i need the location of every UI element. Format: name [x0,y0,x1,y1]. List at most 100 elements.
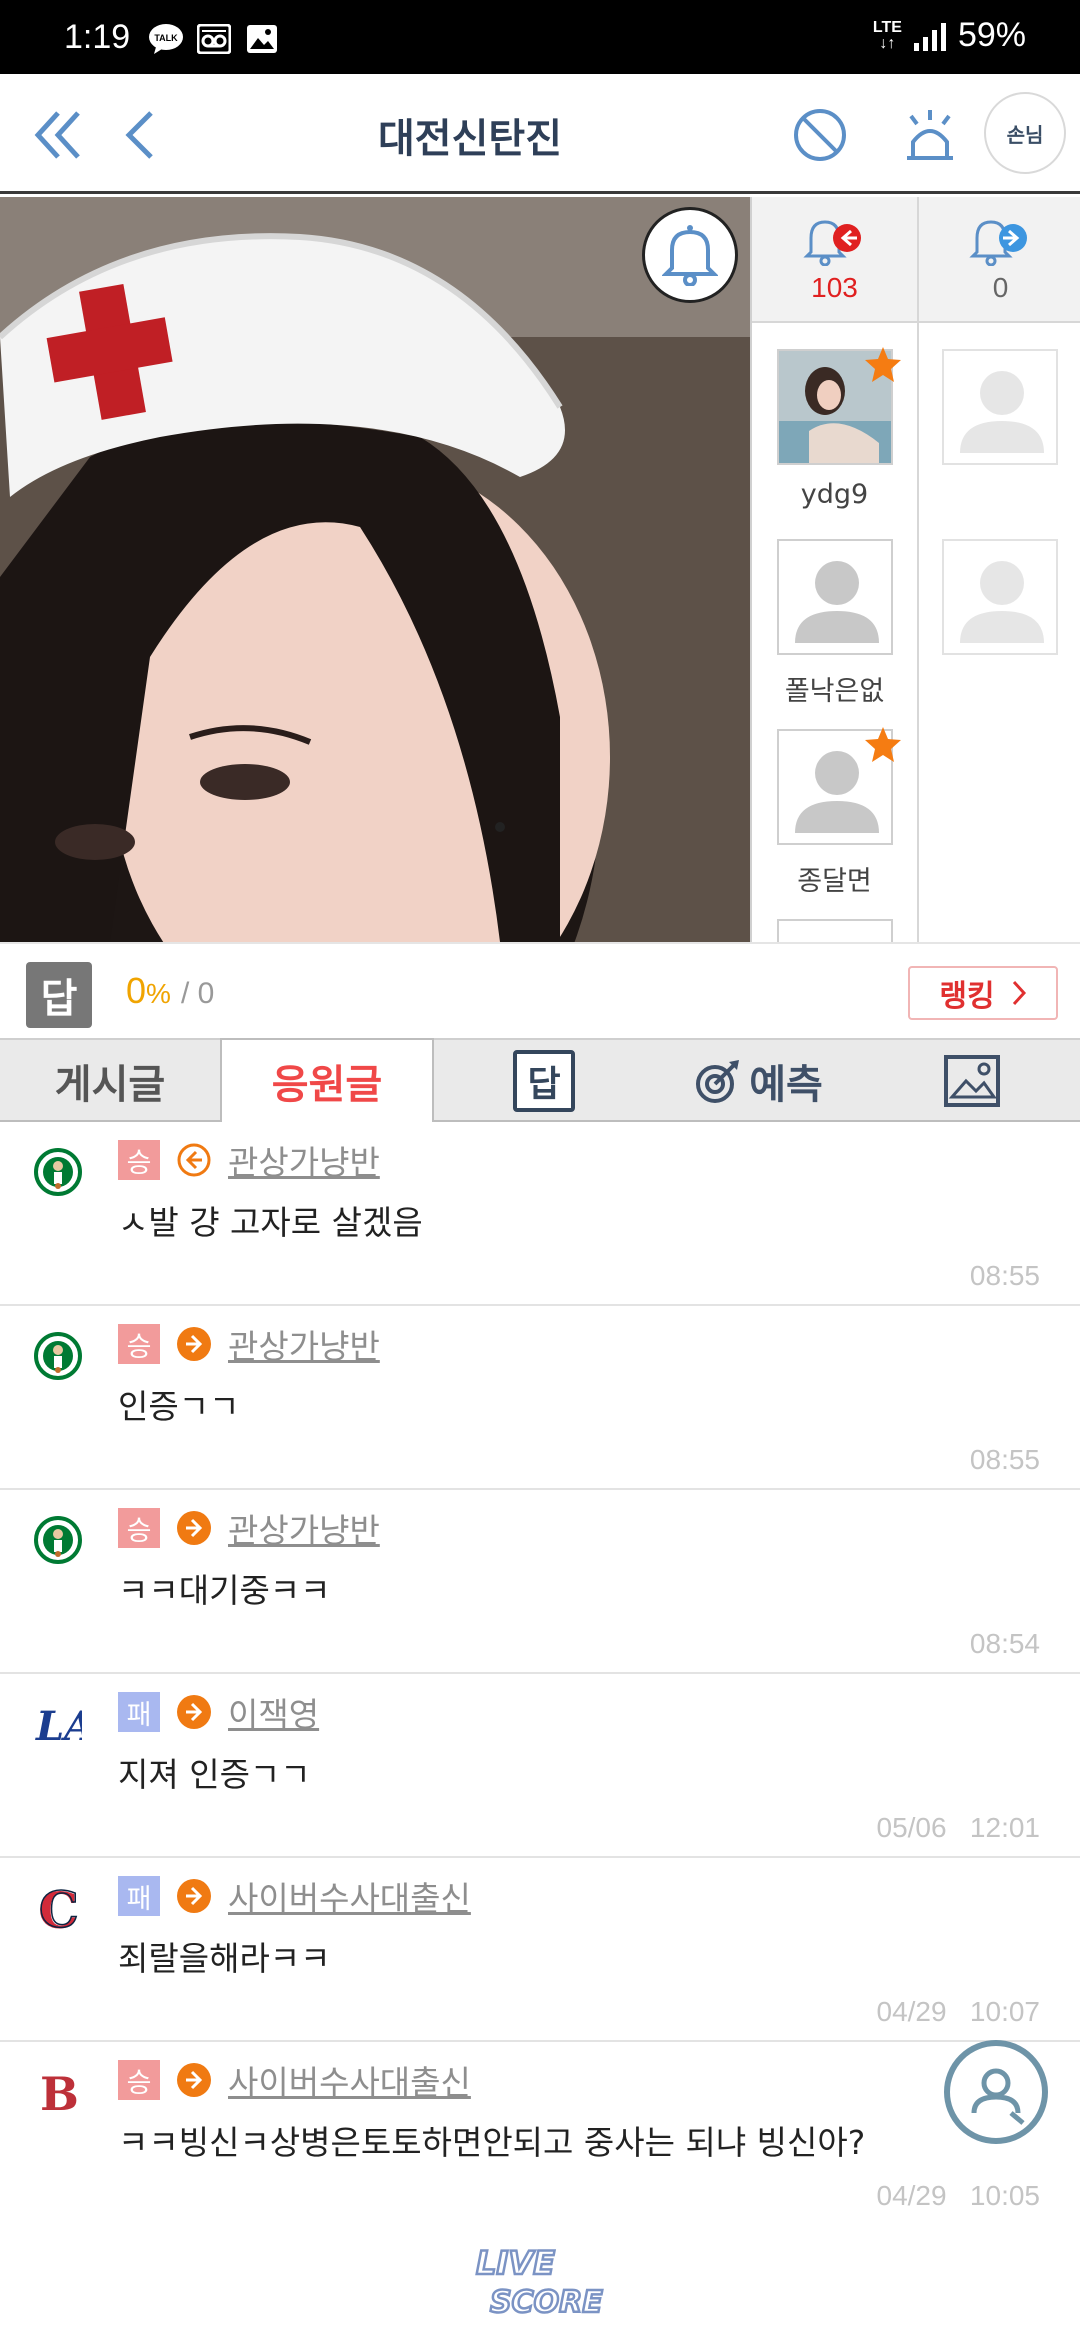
bell-icon [662,225,718,286]
notification-icons: TALK [148,22,280,56]
follow-counts: 103 0 [752,197,1080,323]
status-right: LTE ↓↑ 59% [873,16,1026,55]
bell-incoming-icon [802,220,861,266]
follower-panel: 103 0 ydg9 폴낙은없 종달면 [750,197,1080,942]
comment-item[interactable]: B 승 사이버수사대출신 ㅋㅋ빙신ㅋ상병은토토하면안되고 중사는 되냐 빙신아?… [0,2042,1080,2222]
svg-text:B: B [40,2067,79,2120]
follower-card[interactable] [752,919,917,942]
outgoing-count: 0 [992,272,1009,303]
comment-time: 08:55 [969,1444,1040,1475]
ranking-button[interactable]: 랭킹 [908,966,1058,1020]
follower-card[interactable]: 폴낙은없 [752,539,917,708]
battery-level: 59% [957,16,1026,54]
comment-author[interactable]: 이잭영 [228,1688,319,1736]
comment-time: 04/29 10:07 [876,1996,1041,2027]
block-button[interactable] [788,100,852,170]
dap-icon: 답 [26,962,92,1028]
comment-item[interactable]: 승 관상가냥반 인증ㄱㄱ 08:55 [0,1306,1080,1490]
comment-text: ㅅ발 걍 고자로 살겠음 [118,1203,423,1242]
following-card[interactable] [917,349,1080,465]
comment-item[interactable]: 승 관상가냥반 ㅅ발 걍 고자로 살겠음 08:55 [0,1122,1080,1306]
hit-rate: 0% / 0 [126,970,214,1012]
bell-outgoing-icon [968,220,1027,266]
celtics-logo-icon [34,1512,82,1568]
rate-symbol: % [146,978,171,1009]
avatar [776,919,893,942]
outgoing-follows[interactable]: 0 [917,197,1080,323]
default-avatar-icon [959,371,1044,453]
star-icon [865,347,901,382]
block-icon [794,109,846,161]
svg-text:TALK: TALK [154,33,178,43]
result-badge: 승 [118,1508,160,1548]
tab-bar: 게시글 응원글 답 예측 [0,1038,1080,1124]
tab-cheers[interactable]: 응원글 [220,1038,434,1124]
comment-author[interactable]: 사이버수사대출신 [228,1872,471,1920]
comment-time: 08:55 [969,1260,1040,1291]
comment-author[interactable]: 관상가냥반 [228,1136,380,1184]
following-card[interactable] [917,539,1080,655]
default-avatar-icon [959,561,1044,643]
follower-card[interactable]: ydg9 [752,347,917,510]
report-button[interactable] [898,100,962,170]
chevron-right-icon [1012,980,1026,1006]
image-icon [944,1055,1000,1107]
status-time: 1:19 [64,18,131,56]
avatar [776,539,893,655]
comment-text: ㅋㅋ빙신ㅋ상병은토토하면안되고 중사는 되냐 빙신아? [118,2123,866,2162]
target-icon [696,1060,740,1103]
tab-photos[interactable] [864,1040,1080,1122]
user-search-button[interactable] [944,2040,1048,2144]
arrow-right-icon [177,1695,211,1729]
comment-time: 08:54 [969,1628,1040,1659]
result-badge: 승 [118,1140,160,1180]
app-header: 대전신탄진 손님 [0,74,1080,194]
tab-posts[interactable]: 게시글 [0,1040,220,1122]
follower-name: 종달면 [797,866,872,897]
follower-name: 폴낙은없 [784,676,885,707]
tab-prediction[interactable]: 예측 [654,1040,864,1122]
result-badge: 패 [118,1692,160,1732]
rate-total: / 0 [180,977,215,1010]
redsox-logo-icon: B [34,2064,82,2120]
result-badge: 승 [118,1324,160,1364]
tab-prediction-label: 예측 [749,1062,823,1108]
notify-button[interactable] [642,207,738,303]
arrow-right-icon [177,1879,211,1913]
dap-tab-icon: 답 [513,1050,575,1112]
comment-item[interactable]: LA 패 이잭영 지져 인증ㄱㄱ 05/06 12:01 [0,1674,1080,1858]
default-avatar-icon [794,561,879,643]
comment-text: 죄랄을해라ㅋㅋ [118,1939,331,1978]
celtics-logo-icon [34,1144,82,1200]
comment-item[interactable]: 승 관상가냥반 ㅋㅋ대기중ㅋㅋ 08:54 [0,1490,1080,1674]
svg-text:C: C [39,1880,79,1936]
comment-text: 인증ㄱㄱ [118,1387,240,1426]
celtics-logo-icon [34,1328,82,1384]
svg-text:LA: LA [35,1703,82,1750]
incoming-follows[interactable]: 103 [752,197,917,323]
comment-item[interactable]: CC 패 사이버수사대출신 죄랄을해라ㅋㅋ 04/29 10:07 [0,1858,1080,2042]
guest-login-button[interactable]: 손님 [984,92,1066,174]
follower-card[interactable]: 종달면 [752,727,917,898]
comment-author[interactable]: 관상가냥반 [228,1320,380,1368]
livescore-logo: LIVE SCORE [460,2232,620,2322]
comment-time: 04/29 10:05 [876,2180,1041,2211]
comment-time: 05/06 12:01 [876,1812,1041,1843]
comment-author[interactable]: 사이버수사대출신 [228,2056,471,2104]
star-icon [865,727,901,762]
user-search-icon [971,2068,1025,2125]
arrow-right-icon [177,2063,211,2097]
comment-text: 지져 인증ㄱㄱ [118,1755,311,1794]
incoming-count: 103 [811,272,858,303]
signal-icon [913,21,946,51]
arrow-left-outline-icon [177,1143,211,1177]
comment-author[interactable]: 관상가냥반 [228,1504,380,1552]
tab-answers[interactable]: 답 [434,1040,654,1122]
arrow-right-icon [177,1327,211,1361]
comment-text: ㅋㅋ대기중ㅋㅋ [118,1571,331,1610]
arrow-right-icon [177,1511,211,1545]
lte-indicator: LTE ↓↑ [872,18,902,52]
status-bar: 1:19 TALK LTE ↓↑ 59% [0,0,1080,74]
avatar [941,349,1058,465]
kakaotalk-icon: TALK [148,22,184,56]
